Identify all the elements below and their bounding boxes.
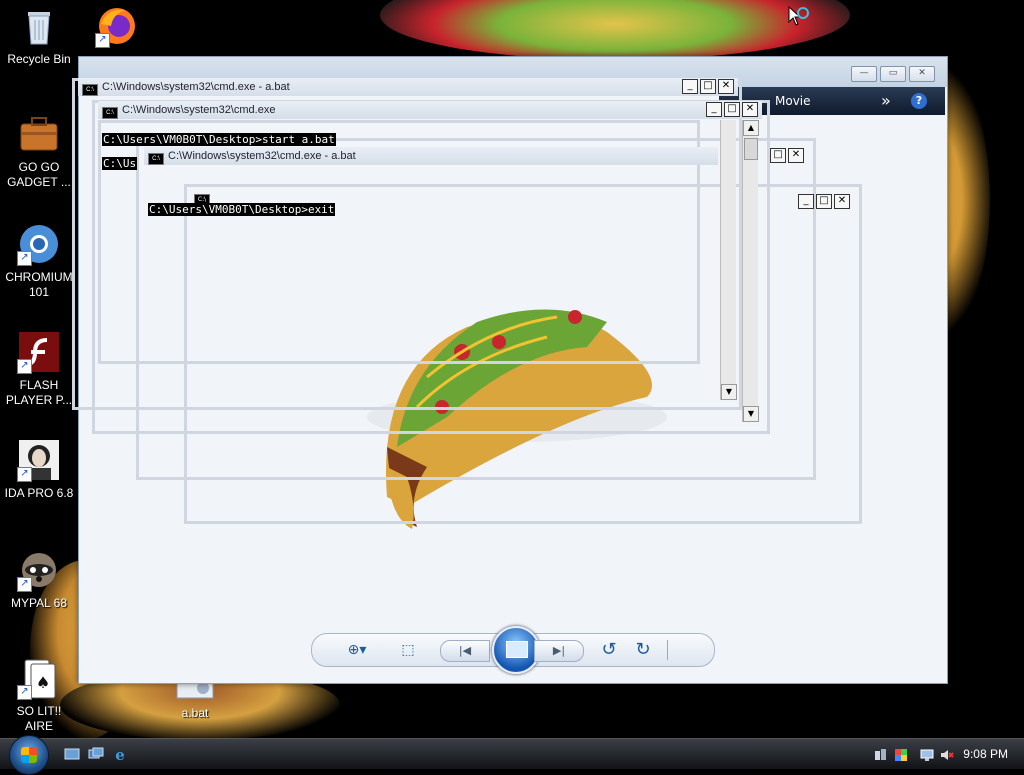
- desktop-icon-recycle-bin[interactable]: Recycle Bin: [2, 4, 76, 67]
- scroll-down-arrow[interactable]: ▼: [743, 406, 759, 422]
- scroll-thumb[interactable]: [744, 138, 758, 160]
- desktop-icon-ida-pro[interactable]: ↗ IDA PRO 6.8: [2, 438, 76, 501]
- desktop-icon-solitaire[interactable]: ♠ ↗ SO LIT!! AIRE: [2, 656, 76, 734]
- cmd-window-1-titlebar[interactable]: C:\ C:\Windows\system32\cmd.exe - a.bat: [78, 78, 738, 96]
- maximize-button[interactable]: □: [724, 102, 740, 117]
- close-button[interactable]: ✕: [834, 194, 850, 209]
- minimize-button[interactable]: _: [682, 79, 698, 94]
- cmd-window-4-controls: _ □ ✕: [798, 194, 850, 209]
- rotate-clockwise-button[interactable]: ↻: [633, 640, 653, 660]
- taskbar: e 9:08 PM: [0, 735, 1024, 775]
- cmd-window-trail-5: [184, 184, 862, 524]
- volume-muted-icon[interactable]: [940, 747, 954, 761]
- windows-logo-icon: [21, 747, 37, 763]
- wallpaper-taco-top: [380, 0, 850, 60]
- close-button[interactable]: ✕: [909, 66, 935, 82]
- minimize-button[interactable]: _: [798, 194, 814, 209]
- photo-viewer-toolbar: ⊕▾ ⬚ |◀ ▶| ↺ ↻: [311, 626, 715, 674]
- menu-more-button[interactable]: »: [881, 87, 891, 115]
- minimize-button[interactable]: —: [851, 66, 877, 82]
- cmd-window-2-titlebar[interactable]: C:\ C:\Windows\system32\cmd.exe: [98, 101, 762, 119]
- cmd-window-3-controls: □ ✕: [770, 148, 804, 163]
- desktop-icon-label: MYPAL 68: [10, 596, 68, 610]
- maximize-button[interactable]: ▭: [880, 66, 906, 82]
- ida-pro-icon: ↗: [17, 438, 61, 482]
- recycle-bin-icon: [17, 4, 61, 48]
- shortcut-arrow-icon: ↗: [17, 467, 32, 482]
- zoom-button[interactable]: ⊕▾: [342, 640, 372, 660]
- internet-explorer-icon[interactable]: e: [112, 746, 128, 764]
- cmd-window-2-controls: _ □ ✕: [706, 102, 758, 117]
- cmd-scrollbar[interactable]: ▼: [720, 120, 737, 400]
- help-button[interactable]: ?: [911, 93, 927, 109]
- switch-windows-icon[interactable]: [88, 746, 104, 762]
- minimize-button[interactable]: _: [706, 102, 722, 117]
- cmd-output-line: C:\Users\VM0B0T\Desktop>exit: [148, 203, 336, 216]
- mouse-cursor: [788, 5, 810, 28]
- chromium-icon: ↗: [17, 222, 61, 266]
- security-icon[interactable]: [894, 747, 908, 761]
- firefox-icon: ↗: [95, 4, 139, 48]
- cmd-window-3-titlebar[interactable]: C:\ C:\Windows\system32\cmd.exe - a.bat: [144, 147, 718, 165]
- cmd-output-line: C:\Us: [102, 157, 138, 170]
- desktop-icon-label: GO GO GADGET ...: [7, 160, 71, 189]
- cmd-icon: C:\: [102, 107, 118, 119]
- shortcut-arrow-icon: ↗: [17, 251, 32, 266]
- shortcut-arrow-icon: ↗: [95, 33, 110, 48]
- desktop-icon-label: CHROMIUM 101: [5, 270, 73, 299]
- fit-window-button[interactable]: ⬚: [398, 640, 418, 660]
- start-button[interactable]: [9, 735, 49, 775]
- close-button[interactable]: ✕: [742, 102, 758, 117]
- maximize-button[interactable]: □: [816, 194, 832, 209]
- scroll-up-arrow[interactable]: ▲: [743, 120, 759, 136]
- desktop-icon-chromium[interactable]: ↗ CHROMIUM 101: [2, 222, 76, 300]
- next-button[interactable]: ▶|: [534, 640, 584, 662]
- shortcut-arrow-icon: ↗: [17, 359, 32, 374]
- cmd-window-1-controls: _ □ ✕: [682, 79, 734, 94]
- playing-card-icon: ♠ ↗: [17, 656, 61, 700]
- network-connection-icon[interactable]: [920, 747, 934, 761]
- raccoon-icon: ↗: [17, 548, 61, 592]
- rotate-counterclockwise-button[interactable]: ↺: [599, 640, 619, 660]
- shortcut-arrow-icon: ↗: [17, 685, 32, 700]
- scroll-down-arrow[interactable]: ▼: [721, 384, 737, 400]
- desktop-icon-flash-player[interactable]: ↗ FLASH PLAYER P...: [2, 330, 76, 408]
- slideshow-button[interactable]: [492, 626, 540, 674]
- slideshow-icon: [506, 641, 528, 658]
- maximize-button[interactable]: □: [770, 148, 786, 163]
- shortcut-arrow-icon: ↗: [17, 577, 32, 592]
- cmd-window-2-title: C:\Windows\system32\cmd.exe: [122, 104, 276, 116]
- cmd-window-3-title: C:\Windows\system32\cmd.exe - a.bat: [168, 150, 356, 162]
- network-icon[interactable]: [874, 747, 888, 761]
- menu-item-movie[interactable]: Movie: [775, 87, 811, 115]
- flash-icon: ↗: [17, 330, 61, 374]
- desktop-icon-label: IDA PRO 6.8: [4, 486, 74, 500]
- cmd-output-line: C:\Users\VM0B0T\Desktop>start a.bat: [102, 133, 336, 146]
- cmd-scrollbar[interactable]: ▲ ▼: [742, 120, 759, 422]
- desktop-icon-label: a.bat: [181, 706, 209, 720]
- cmd-window-1-title: C:\Windows\system32\cmd.exe - a.bat: [102, 81, 290, 93]
- show-desktop-icon[interactable]: [64, 746, 80, 762]
- cmd-icon: C:\: [148, 153, 164, 165]
- close-button[interactable]: ✕: [788, 148, 804, 163]
- desktop-icon-firefox[interactable]: ↗: [80, 4, 154, 52]
- maximize-button[interactable]: □: [700, 79, 716, 94]
- svg-text:e: e: [115, 746, 125, 762]
- desktop-icon-label: FLASH PLAYER P...: [5, 378, 73, 407]
- desktop-icon-label: SO LIT!! AIRE: [16, 704, 62, 733]
- toolbar-divider: [667, 640, 668, 660]
- desktop-icon-gadget[interactable]: GO GO GADGET ...: [2, 112, 76, 190]
- previous-button[interactable]: |◀: [440, 640, 490, 662]
- close-button[interactable]: ✕: [718, 79, 734, 94]
- desktop-icon-label: Recycle Bin: [7, 52, 71, 66]
- svg-text:♠: ♠: [36, 673, 50, 692]
- briefcase-icon: [17, 112, 61, 156]
- desktop-icon-mypal[interactable]: ↗ MYPAL 68: [2, 548, 76, 611]
- cmd-icon: C:\: [82, 84, 98, 96]
- taskbar-clock[interactable]: 9:08 PM: [963, 739, 1008, 769]
